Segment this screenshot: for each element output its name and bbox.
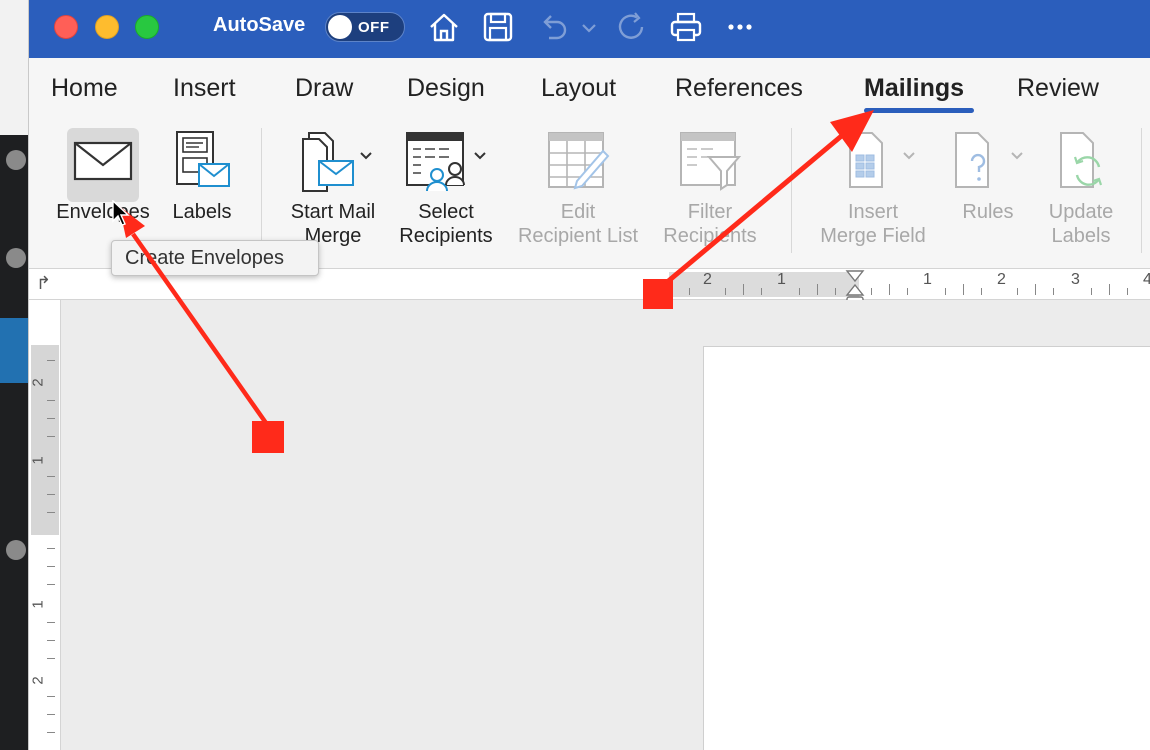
labels-button[interactable]: Labels bbox=[163, 126, 241, 224]
edit-recipient-list-label-1: Edit bbox=[560, 201, 596, 223]
update-labels-button[interactable]: Update Labels bbox=[1039, 126, 1123, 248]
tab-stop-icon[interactable]: ↱ bbox=[36, 273, 51, 294]
redo-icon[interactable] bbox=[615, 10, 649, 44]
tab-references[interactable]: References bbox=[675, 74, 803, 103]
insert-merge-field-button[interactable]: Insert Merge Field bbox=[809, 126, 937, 248]
tab-review[interactable]: Review bbox=[1017, 74, 1099, 103]
insert-merge-field-label-2: Merge Field bbox=[820, 225, 926, 247]
ruler-number: 1 bbox=[777, 271, 786, 288]
minimize-window-button[interactable] bbox=[95, 15, 119, 39]
envelopes-button[interactable]: Envelopes bbox=[51, 126, 155, 224]
filter-icon bbox=[655, 126, 765, 196]
print-icon[interactable] bbox=[669, 10, 703, 44]
document-page[interactable] bbox=[703, 346, 1150, 750]
ribbon-separator bbox=[791, 128, 792, 253]
ruler-number: 4 bbox=[1143, 271, 1150, 289]
labels-label: Labels bbox=[172, 201, 232, 223]
camera-icon bbox=[6, 540, 26, 560]
tab-mailings[interactable]: Mailings bbox=[864, 74, 964, 103]
dropdown-chevron-icon[interactable] bbox=[577, 10, 601, 44]
vertical-ruler[interactable]: 2 1 1 2 bbox=[29, 300, 61, 750]
ruler-margin-area bbox=[31, 345, 59, 535]
edit-list-icon bbox=[509, 126, 647, 196]
select-recipients-button[interactable]: Select Recipients bbox=[391, 126, 501, 248]
tab-insert[interactable]: Insert bbox=[173, 74, 236, 103]
home-icon[interactable] bbox=[427, 10, 461, 44]
update-labels-icon bbox=[1039, 126, 1123, 196]
ruler-number: 1 bbox=[29, 456, 47, 465]
more-icon[interactable] bbox=[723, 10, 757, 44]
ruler-number: 1 bbox=[29, 600, 47, 609]
update-labels-label-1: Update bbox=[1048, 201, 1114, 223]
close-window-button[interactable] bbox=[54, 15, 78, 39]
active-tab-indicator bbox=[864, 108, 974, 113]
ruler-number: 2 bbox=[997, 271, 1006, 288]
rules-button[interactable]: Rules bbox=[945, 126, 1031, 224]
ruler-number: 2 bbox=[29, 676, 47, 685]
ruler-number: 2 bbox=[703, 271, 712, 288]
recipients-icon bbox=[391, 126, 501, 196]
tab-layout[interactable]: Layout bbox=[541, 74, 616, 103]
palette-icon bbox=[6, 248, 26, 268]
tab-design[interactable]: Design bbox=[407, 74, 485, 103]
autosave-toggle[interactable]: OFF bbox=[325, 12, 405, 42]
mail-merge-icon bbox=[281, 126, 385, 196]
ruler-margin-area bbox=[669, 272, 859, 297]
document-canvas bbox=[61, 300, 1150, 750]
labels-icon bbox=[163, 126, 241, 196]
autosave-label: AutoSave bbox=[213, 14, 306, 36]
start-mail-merge-button[interactable]: Start Mail Merge bbox=[281, 126, 385, 248]
word-window: AutoSave OFF Home Insert Draw Design Lay… bbox=[28, 0, 1150, 750]
autosave-state: OFF bbox=[358, 19, 390, 36]
update-labels-label-2: Labels bbox=[1051, 225, 1111, 247]
wordpress-icon bbox=[6, 150, 26, 170]
background-highlight bbox=[0, 318, 30, 383]
save-icon[interactable] bbox=[481, 10, 515, 44]
filter-recipients-label-2: Recipients bbox=[663, 225, 757, 247]
filter-recipients-button[interactable]: Filter Recipients bbox=[655, 126, 765, 248]
ruler-number: 3 bbox=[1071, 271, 1080, 288]
merge-field-icon bbox=[809, 126, 937, 196]
rules-icon bbox=[945, 126, 1031, 196]
select-recipients-label-1: Select bbox=[418, 201, 474, 223]
tooltip: Create Envelopes bbox=[111, 240, 319, 276]
ribbon-separator bbox=[1141, 128, 1142, 253]
background-dark-panel bbox=[0, 135, 30, 750]
background-app-sidebar bbox=[0, 0, 30, 750]
maximize-window-button[interactable] bbox=[135, 15, 159, 39]
ribbon-separator bbox=[261, 128, 262, 253]
ribbon-tabs: Home Insert Draw Design Layout Reference… bbox=[29, 58, 1150, 118]
edit-recipient-list-label-2: Recipient List bbox=[517, 225, 639, 247]
insert-merge-field-label-1: Insert bbox=[847, 201, 899, 223]
filter-recipients-label-1: Filter bbox=[687, 201, 733, 223]
mouse-cursor-icon bbox=[112, 200, 130, 226]
tab-draw[interactable]: Draw bbox=[295, 74, 353, 103]
ruler-number: 2 bbox=[29, 378, 47, 387]
envelopes-label: Envelopes bbox=[56, 201, 150, 223]
undo-icon[interactable] bbox=[537, 10, 571, 44]
start-mail-merge-label-1: Start Mail bbox=[290, 201, 376, 223]
envelope-icon bbox=[51, 126, 155, 196]
title-bar: AutoSave OFF bbox=[29, 0, 1150, 58]
toggle-knob bbox=[328, 15, 352, 39]
tab-home[interactable]: Home bbox=[51, 74, 118, 103]
rules-label: Rules bbox=[962, 201, 1014, 223]
select-recipients-label-2: Recipients bbox=[399, 225, 493, 247]
edit-recipient-list-button[interactable]: Edit Recipient List bbox=[509, 126, 647, 248]
ruler-number: 1 bbox=[923, 271, 932, 288]
